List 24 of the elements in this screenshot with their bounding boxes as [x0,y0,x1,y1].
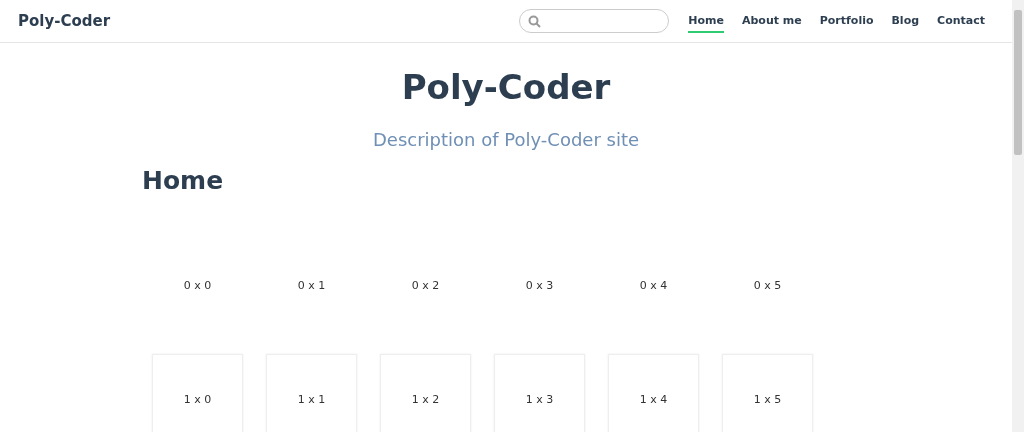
grid-cell-text: 0 x 3 [524,277,555,294]
section-heading: Home [142,166,224,195]
grid-cell: 1 x 2 [380,354,471,432]
nav-link[interactable]: About me [741,9,802,33]
scrollbar[interactable] [1012,0,1024,432]
nav-link[interactable]: Portfolio [819,9,874,33]
grid-cell-text: 0 x 5 [752,277,783,294]
grid-cell-text: 0 x 0 [182,277,213,294]
site-description: Description of Poly-Coder site [372,129,640,150]
nav-link[interactable]: Blog [891,9,920,33]
grid-cell: 1 x 3 [494,354,585,432]
grid-cell: 1 x 1 [266,354,357,432]
brand-logo[interactable]: Poly-Coder [18,12,111,30]
grid-cell-text: 0 x 2 [410,277,441,294]
scrollbar-thumb[interactable] [1014,10,1022,155]
grid-cell: 1 x 0 [152,354,243,432]
search-icon [528,14,542,28]
grid-cell: 1 x 4 [608,354,699,432]
grid-cell-text: 0 x 1 [296,277,327,294]
nav-link[interactable]: Contact [937,9,985,33]
nav-link[interactable]: Home [688,9,724,33]
grid-cell-text: 0 x 4 [638,277,669,294]
site-title: Poly-Coder [401,67,611,107]
grid-cell: 1 x 5 [722,354,813,432]
